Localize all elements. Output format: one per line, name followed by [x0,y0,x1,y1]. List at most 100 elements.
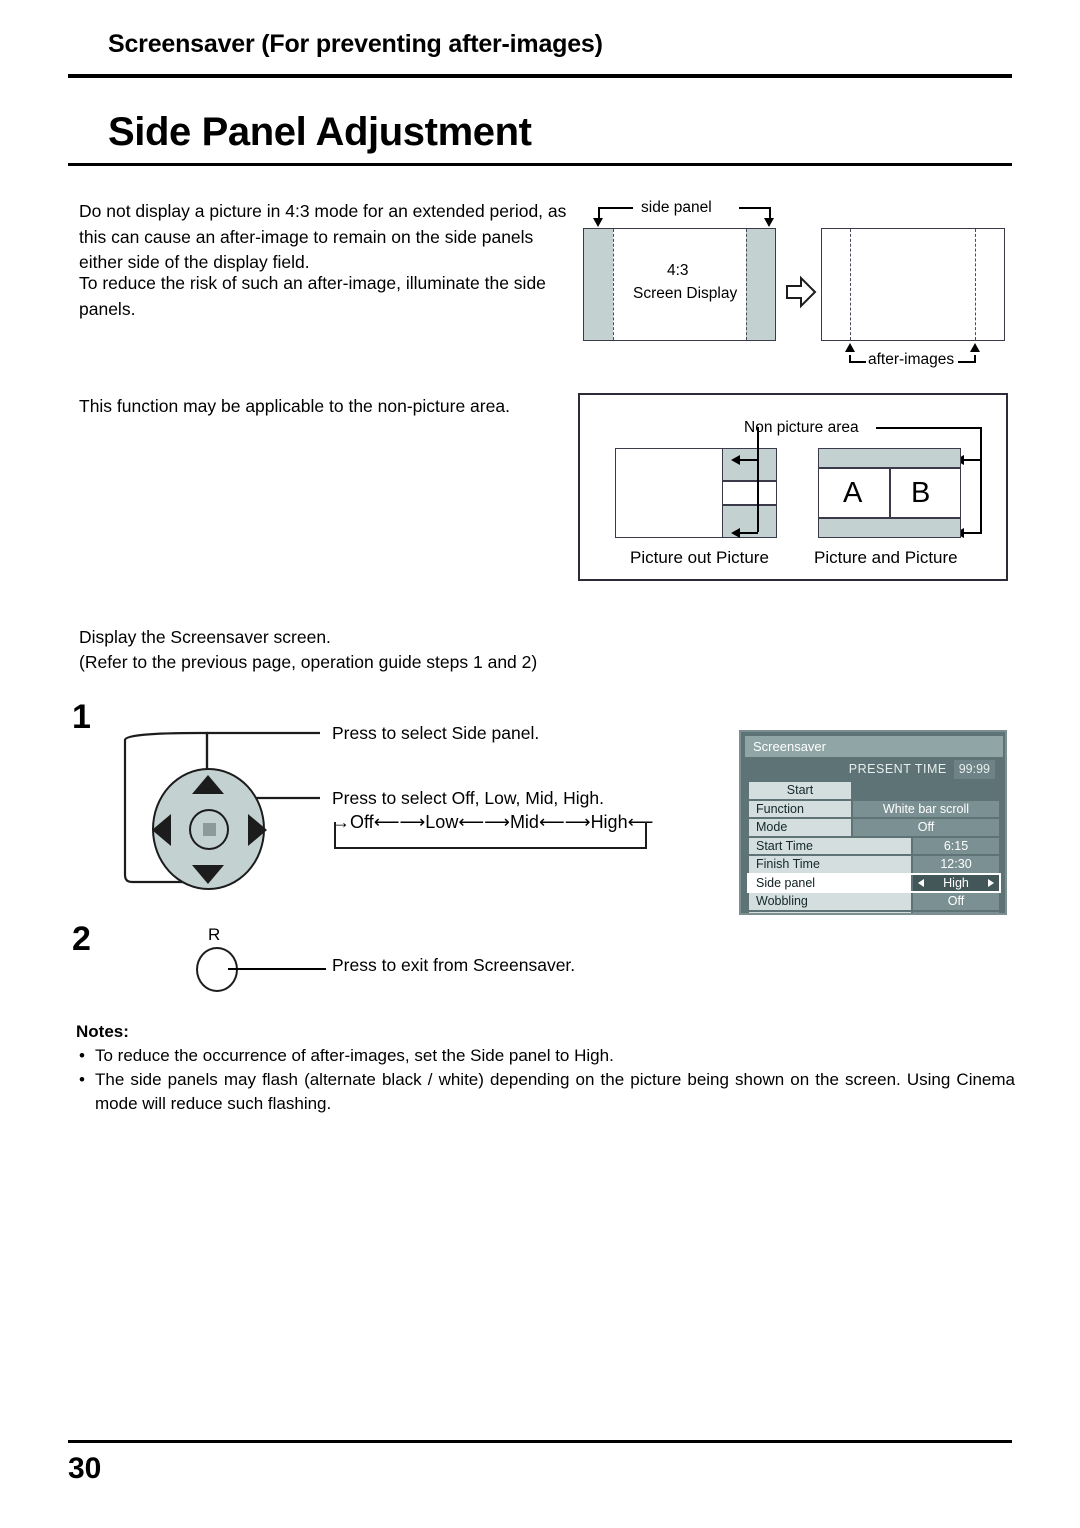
osd-present-time-row: PRESENT TIME 99:99 [745,760,1003,779]
osd-screensaver-menu[interactable]: Screensaver PRESENT TIME 99:99 Start Func… [739,730,1007,915]
pap-divider [889,468,891,518]
osd-label-function: Function [749,800,851,817]
osd-row-function[interactable]: Function White bar scroll [749,800,999,817]
cycle-item-high: High [590,812,628,832]
dpad-up-arrow-icon[interactable] [192,775,224,794]
pap-nonpicture-bottom [818,518,961,538]
transition-arrow-icon [786,275,817,309]
osd-label-mode: Mode [749,819,851,836]
label-non-picture-area: Non picture area [744,419,859,436]
step2-callout: Press to exit from Screensaver. [332,955,576,975]
title-rule [68,163,1012,166]
pap-nonpicture-top [818,448,961,468]
step1-up-leader [205,731,320,770]
leader-nonpic-right-v [980,427,982,534]
pap-label-b: B [911,477,931,509]
osd-row-start-time[interactable]: Start Time 6:15 [749,837,999,854]
leader-afterimg-left-h [849,361,866,363]
osd-present-time-value: 99:99 [953,760,995,779]
leader-afterimg-right-h [958,361,975,363]
pap-label-a: A [843,477,863,509]
arrow-nonpic-l1 [731,455,740,465]
arrow-sidepanel-right [764,218,774,227]
leader-nonpic-r2 [962,532,982,534]
procedure-lead-1: Display the Screensaver screen. [79,627,331,647]
leader-afterimg-right-v [974,355,976,363]
cycle-link-3: ⟵⟶ [538,812,591,832]
diagram-dashed-line-left [613,229,614,340]
diagram-dashed-line-right [746,229,747,340]
osd-value-wobbling: Off [913,893,999,910]
intro-paragraph-3: This function may be applicable to the n… [79,396,510,416]
osd-value-side-panel: High [913,874,999,891]
after-image-dash-left [850,229,851,340]
osd-row-side-panel[interactable]: Side panel High [747,872,1001,893]
diagram-43-label-line1: 4:3 [667,262,689,279]
osd-row-wobbling[interactable]: Wobbling Off [749,893,999,910]
osd-row-peak-limit[interactable]: Peak limit Off [749,911,999,913]
osd-value-finish-time: 12:30 [913,856,999,873]
osd-caret-right-icon[interactable] [988,878,994,887]
chapter-title: Screensaver (For preventing after-images… [108,30,603,58]
page-number: 30 [68,1452,102,1485]
cycle-sequence: →Off⟵⟶Low⟵⟶Mid⟵⟶High⟵ [332,812,653,833]
leader-nonpic-l2 [738,532,758,534]
note-item-1: • To reduce the occurrence of after-image… [79,1044,1015,1068]
osd-label-start-time: Start Time [749,837,911,854]
leader-nonpic-l1 [738,459,758,461]
osd-value-mode: Off [853,819,999,836]
manual-page: Screensaver (For preventing after-images… [0,0,1080,1528]
arrow-after-image-left [845,343,855,352]
page-title: Side Panel Adjustment [108,110,532,154]
osd-caret-left-icon[interactable] [918,878,924,887]
cycle-item-mid: Mid [509,812,539,832]
r-button-label: R [208,925,221,944]
procedure-lead-2: (Refer to the previous page, operation g… [79,652,538,672]
leader-nonpic-top [876,427,981,429]
osd-row-finish-time[interactable]: Finish Time 12:30 [749,856,999,873]
step1-callout-select-side-panel: Press to select Side panel. [332,723,540,743]
after-image-dash-right [975,229,976,340]
arrow-sidepanel-left [593,218,603,227]
dpad-down-arrow-icon[interactable] [192,865,224,884]
intro-paragraph-2: To reduce the risk of such an after-imag… [79,273,546,319]
diagram-after-image-frame [821,228,1005,341]
leader-sidepanel-left-h [598,207,633,209]
notes-heading: Notes: [76,1022,129,1041]
footer-rule [68,1440,1012,1443]
osd-row-mode[interactable]: Mode Off [749,819,999,836]
diagram-43-label-line2: Screen Display [633,285,738,302]
note-item-2: • The side panels may flash (alternate bl… [79,1068,1015,1116]
step-2-number: 2 [72,920,91,958]
cycle-item-off: Off [350,812,374,832]
note-item-1-text: To reduce the occurrence of after-images… [95,1046,614,1065]
osd-value-start-time: 6:15 [913,837,999,854]
osd-label-finish-time: Finish Time [749,856,911,873]
dpad-left-arrow-icon[interactable] [152,814,171,846]
note-bullet-icon: • [79,1070,85,1089]
label-side-panel: side panel [641,199,712,216]
caption-picture-out-picture: Picture out Picture [630,548,769,567]
dpad-right-arrow-icon[interactable] [248,814,267,846]
cycle-item-low: Low [425,812,459,832]
leader-nonpic-left-v [757,427,759,459]
leader-step2 [228,968,326,970]
osd-value-function: White bar scroll [853,800,999,817]
osd-present-time-label: PRESENT TIME [848,762,947,776]
osd-value-peak-limit: Off [913,911,999,913]
osd-label-side-panel: Side panel [749,874,911,891]
label-after-images: after-images [868,351,955,368]
note-item-2-text: The side panels may flash (alternate bla… [95,1070,1015,1113]
leader-nonpic-left-v2 [757,459,759,532]
note-bullet-icon: • [79,1046,85,1065]
osd-title: Screensaver [745,736,1003,757]
step-1-number: 1 [72,698,91,736]
osd-start-button[interactable]: Start [749,782,851,799]
osd-label-peak-limit: Peak limit [749,911,911,913]
arrow-nonpic-l2 [731,528,740,538]
dpad-center-square-icon [203,823,216,836]
caption-picture-and-picture: Picture and Picture [814,548,958,567]
arrow-after-image-right [970,343,980,352]
cycle-arrow-out: ⟵ [627,812,654,832]
cycle-link-1: ⟵⟶ [373,812,426,832]
